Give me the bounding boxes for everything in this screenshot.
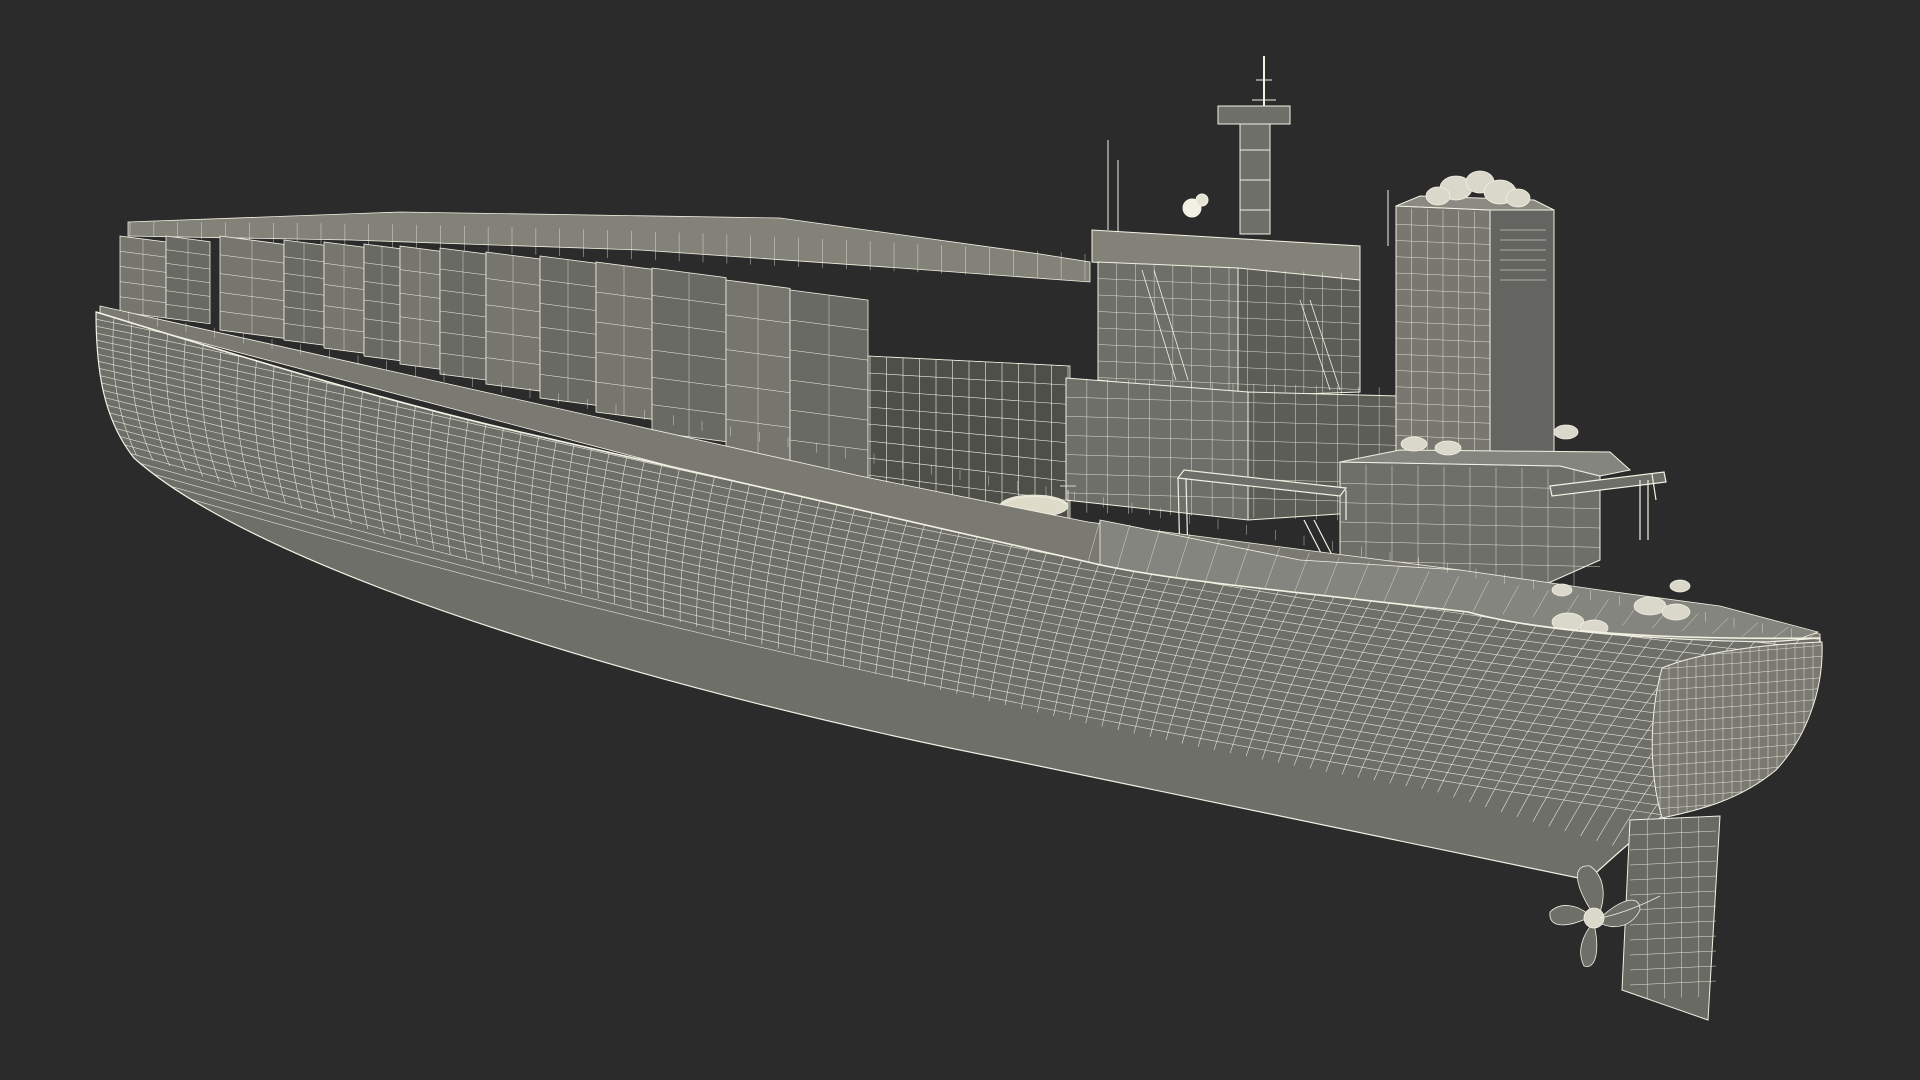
funnel (1395, 170, 1555, 472)
ship-render (0, 0, 1920, 1080)
bridge-tower-side (1237, 267, 1361, 397)
rudder (1621, 815, 1721, 1021)
accommodation-block (1065, 377, 1249, 521)
